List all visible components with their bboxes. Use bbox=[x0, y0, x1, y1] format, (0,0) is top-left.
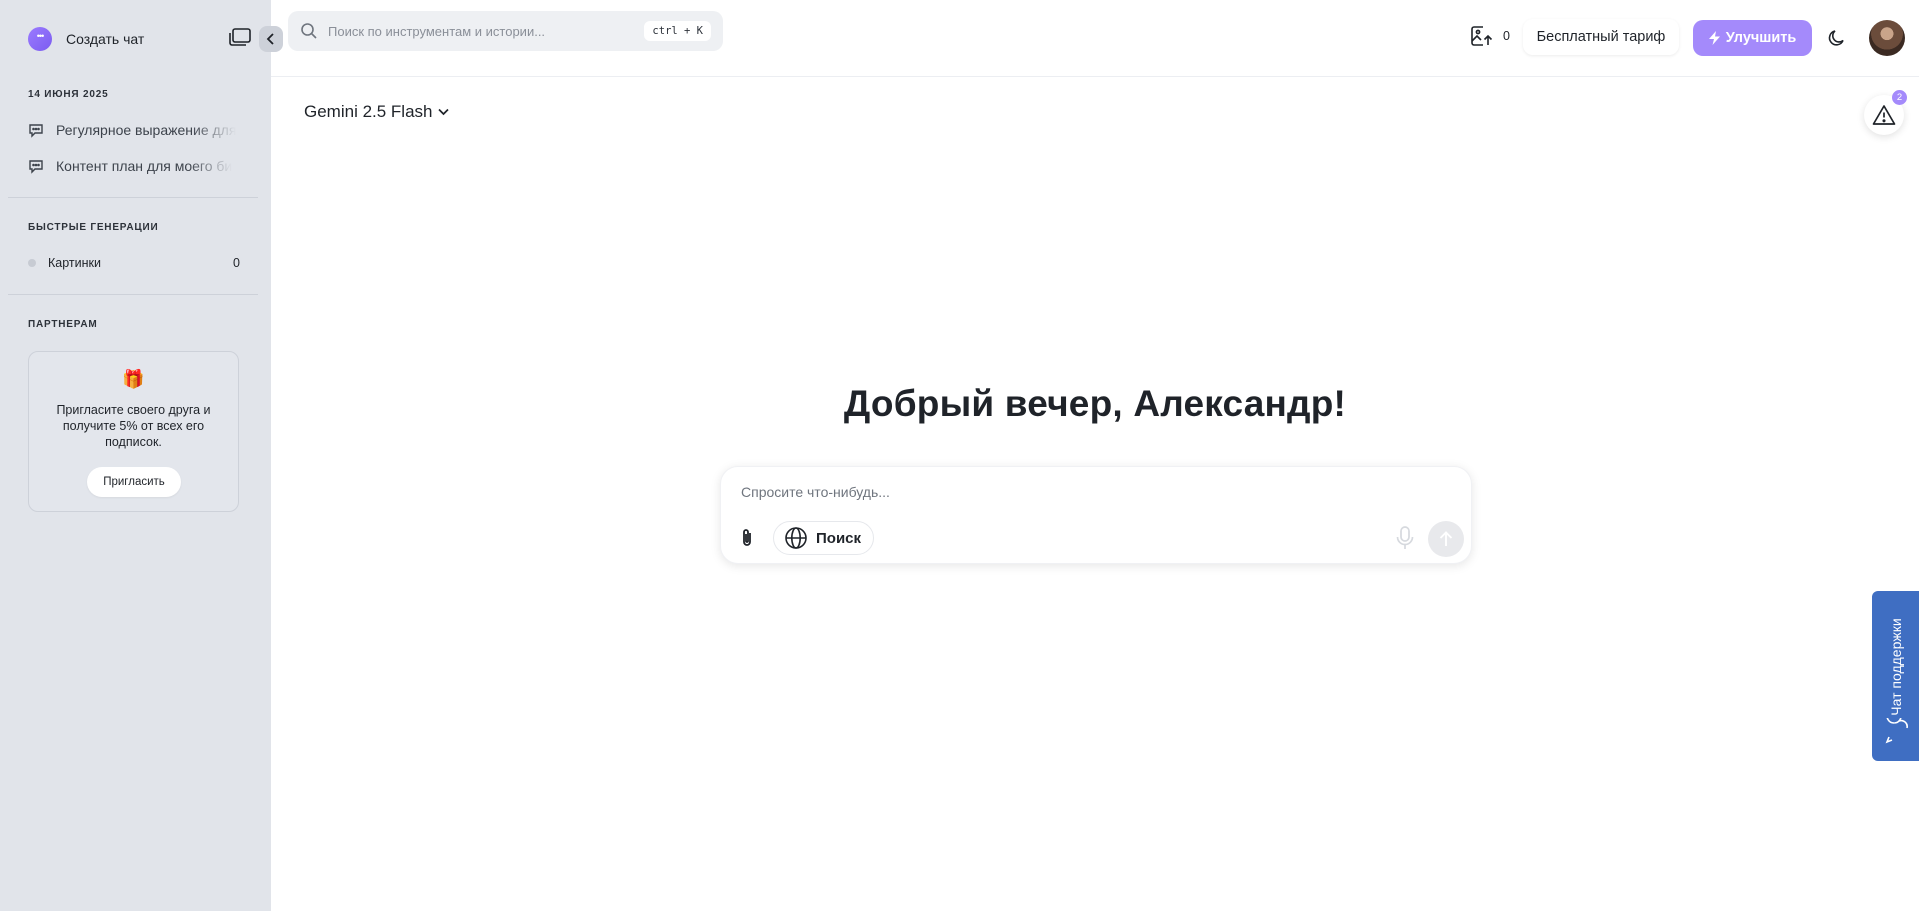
send-button[interactable] bbox=[1428, 521, 1464, 557]
alerts-badge: 2 bbox=[1892, 90, 1907, 105]
chat-logo-icon bbox=[28, 27, 52, 51]
avatar[interactable] bbox=[1869, 20, 1905, 56]
divider bbox=[8, 294, 258, 295]
greeting-title: Добрый вечер, Александр! bbox=[843, 383, 1347, 424]
upgrade-button[interactable]: Улучшить bbox=[1693, 20, 1812, 56]
quick-item-label: Картинки bbox=[48, 256, 101, 270]
chat-bubble-icon bbox=[29, 124, 43, 138]
web-search-button[interactable]: Поиск bbox=[773, 521, 875, 555]
search-icon bbox=[301, 23, 317, 39]
microphone-icon[interactable] bbox=[1393, 525, 1417, 551]
support-label: Чат поддержки bbox=[1887, 618, 1904, 716]
chat-bubble-icon bbox=[29, 160, 43, 174]
message-composer: Поиск bbox=[720, 466, 1472, 564]
sidebar: Создать чат 14 ИЮНЯ 2025 Регулярное выра… bbox=[0, 0, 283, 911]
model-name: Gemini 2.5 Flash bbox=[304, 102, 433, 121]
chevron-left-icon bbox=[266, 33, 274, 45]
collapse-sidebar-button[interactable] bbox=[259, 26, 283, 52]
image-generations-counter[interactable]: 0 bbox=[1469, 24, 1510, 48]
paperclip-icon[interactable] bbox=[736, 527, 758, 549]
message-input[interactable] bbox=[741, 481, 1441, 503]
history-item[interactable]: Регулярное выражение для bbox=[28, 117, 238, 143]
chat-bubbles-icon bbox=[1885, 718, 1908, 744]
topbar: ctrl + K 0 Бесплатный тариф Улучшить bbox=[271, 0, 1919, 77]
globe-icon bbox=[785, 527, 807, 549]
invite-button[interactable]: Пригласить bbox=[87, 467, 181, 497]
chevron-down-icon bbox=[437, 108, 449, 116]
new-chat-button[interactable]: Создать чат bbox=[28, 27, 144, 51]
quick-item-count: 0 bbox=[233, 256, 240, 270]
model-selector[interactable]: Gemini 2.5 Flash bbox=[304, 102, 449, 122]
history-item[interactable]: Контент план для моего би bbox=[28, 153, 238, 179]
new-chat-label: Создать чат bbox=[66, 31, 145, 47]
folders-icon[interactable] bbox=[226, 27, 252, 49]
divider bbox=[8, 197, 258, 198]
history-date: 14 ИЮНЯ 2025 bbox=[28, 89, 109, 100]
partners-title: ПАРТНЕРАМ bbox=[28, 319, 98, 330]
partner-card: 🎁 Пригласите своего друга и получите 5% … bbox=[28, 351, 239, 512]
history-item-label: Контент план для моего би bbox=[56, 158, 233, 174]
quick-item-images[interactable]: Картинки 0 bbox=[28, 254, 240, 272]
images-count: 0 bbox=[1503, 29, 1510, 43]
support-chat-tab[interactable]: Чат поддержки bbox=[1872, 591, 1919, 761]
image-upload-icon bbox=[1471, 26, 1493, 46]
search-box[interactable]: ctrl + K bbox=[288, 11, 723, 51]
warning-icon bbox=[1872, 105, 1896, 125]
theme-toggle-moon-icon[interactable] bbox=[1826, 27, 1848, 49]
quick-generations-title: БЫСТРЫЕ ГЕНЕРАЦИИ bbox=[28, 222, 159, 233]
status-dot-icon bbox=[28, 259, 36, 267]
upgrade-label: Улучшить bbox=[1725, 30, 1797, 46]
arrow-up-icon bbox=[1439, 531, 1453, 546]
lightning-icon bbox=[1708, 31, 1720, 45]
history-item-label: Регулярное выражение для bbox=[56, 122, 237, 138]
web-search-label: Поиск bbox=[816, 529, 862, 547]
shortcut-hint: ctrl + K bbox=[644, 21, 711, 41]
plan-button[interactable]: Бесплатный тариф bbox=[1523, 19, 1679, 55]
